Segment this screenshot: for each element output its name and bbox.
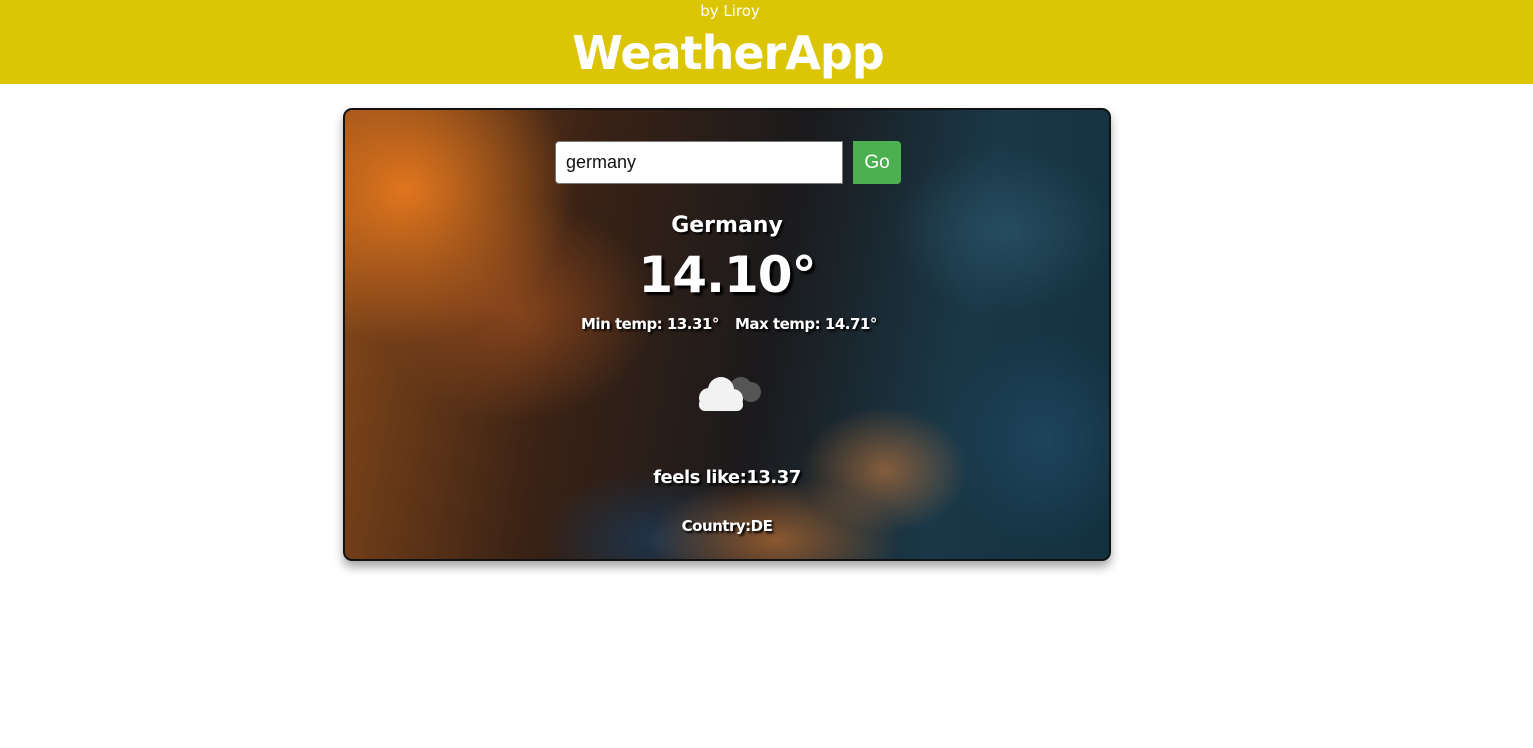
max-temperature: Max temp: 14.71° [735, 315, 877, 333]
city-name: Germany [671, 213, 783, 238]
current-temperature: 14.10° [638, 246, 816, 304]
country-code: Country:DE [681, 517, 773, 535]
feels-like: feels like:13.37 [653, 467, 801, 488]
app-title: WeatherApp [572, 26, 884, 80]
weather-card: Go Germany 14.10° Min temp: 13.31° Max t… [343, 108, 1111, 561]
city-search-input[interactable] [555, 141, 843, 184]
go-button[interactable]: Go [853, 141, 901, 184]
min-temperature: Min temp: 13.31° [581, 315, 719, 333]
app-header: by Liroy WeatherApp [0, 0, 1533, 84]
author-byline: by Liroy [700, 2, 760, 20]
cloud-icon [699, 377, 761, 411]
